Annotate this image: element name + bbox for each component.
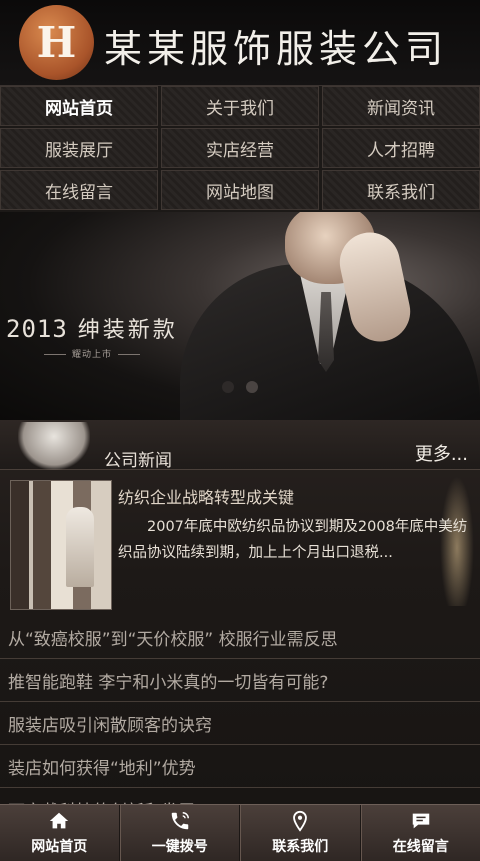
news-more-link[interactable]: 更多... xyxy=(415,440,468,466)
news-section-title: 公司新闻 xyxy=(104,451,172,471)
carousel-dot[interactable] xyxy=(246,381,258,393)
news-list: 从“致癌校服”到“天价校服” 校服行业需反思 推智能跑鞋 李宁和小米真的一切皆有… xyxy=(0,616,480,831)
news-list-item[interactable]: 从“致癌校服”到“天价校服” 校服行业需反思 xyxy=(0,616,480,659)
company-news-section: 公司新闻 更多... 纺织企业战略转型成关键 2007年底中欧纺织品协议到期及2… xyxy=(0,420,480,831)
carousel-dot[interactable] xyxy=(222,381,234,393)
feature-news-desc: 2007年底中欧纺织品协议到期及2008年底中美纺织品协议陆续到期，加上上个月出… xyxy=(118,519,468,561)
banner-headline: 2013 绅装新款 xyxy=(6,312,178,344)
news-list-item[interactable]: 装店如何获得“地利”优势 xyxy=(0,745,480,788)
logo-text: H xyxy=(36,18,77,67)
footer-home-label: 网站首页 xyxy=(31,839,88,855)
phone-icon xyxy=(171,812,189,830)
message-icon xyxy=(412,813,429,829)
nav-item-contact[interactable]: 联系我们 xyxy=(322,170,480,210)
nav-item-showroom[interactable]: 服装展厅 xyxy=(0,128,158,168)
feature-news-title[interactable]: 纺织企业战略转型成关键 xyxy=(118,484,294,508)
header: H 某某服饰服装公司 xyxy=(0,0,480,86)
home-icon xyxy=(50,812,69,829)
footer-call-button[interactable]: 一键拨号 xyxy=(119,805,240,861)
banner-headline-text: 绅装新款 xyxy=(77,318,178,343)
footer-message-label: 在线留言 xyxy=(392,839,449,855)
footer-contact-button[interactable]: 联系我们 xyxy=(240,805,361,861)
nav-item-home[interactable]: 网站首页 xyxy=(0,86,158,126)
site-title: 某某服饰服装公司 xyxy=(104,27,449,71)
nav-item-about[interactable]: 关于我们 xyxy=(161,86,319,126)
feature-news-image[interactable] xyxy=(10,480,112,610)
news-list-item[interactable]: 推智能跑鞋 李宁和小米真的一切皆有可能? xyxy=(0,659,480,702)
banner-subline-text: 耀动上市 xyxy=(71,350,112,360)
nav-item-careers[interactable]: 人才招聘 xyxy=(322,128,480,168)
mannequin-decoration xyxy=(18,422,90,470)
banner-subline: 耀动上市 xyxy=(32,347,152,360)
bottom-toolbar: 网站首页 一键拨号 联系我们 在线留言 xyxy=(0,804,480,861)
footer-home-button[interactable]: 网站首页 xyxy=(0,805,120,861)
company-logo[interactable]: H xyxy=(19,5,94,80)
footer-contact-label: 联系我们 xyxy=(272,839,329,855)
location-pin-icon xyxy=(293,810,308,832)
nav-item-sitemap[interactable]: 网站地图 xyxy=(161,170,319,210)
store-mannequin-figure xyxy=(66,507,94,587)
news-section-header: 公司新闻 更多... xyxy=(0,420,480,471)
carousel-dots xyxy=(222,381,258,393)
nav-item-guestbook[interactable]: 在线留言 xyxy=(0,170,158,210)
main-nav: 网站首页 关于我们 新闻资讯 服装展厅 实店经营 人才招聘 在线留言 网站地图 … xyxy=(0,86,480,212)
hero-banner[interactable]: 2013 绅装新款 耀动上市 xyxy=(0,212,480,420)
footer-message-button[interactable]: 在线留言 xyxy=(360,805,480,861)
nav-item-stores[interactable]: 实店经营 xyxy=(161,128,319,168)
banner-year: 2013 xyxy=(6,315,68,343)
nav-item-news[interactable]: 新闻资讯 xyxy=(322,86,480,126)
news-list-item[interactable]: 服装店吸引闲散顾客的诀窍 xyxy=(0,702,480,745)
footer-call-label: 一键拨号 xyxy=(151,839,208,855)
